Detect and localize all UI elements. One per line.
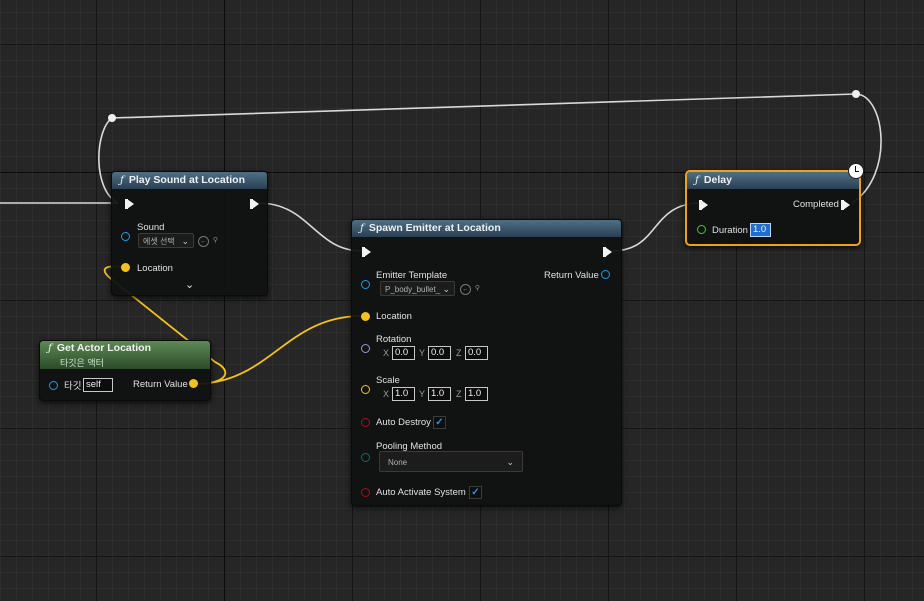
node-spawn-emitter-at-location[interactable]: ƒ Spawn Emitter at Location Emitter Templ… <box>351 219 622 506</box>
sound-asset-value: 에셋 선택 <box>143 237 175 246</box>
browse-icon[interactable]: ⚲ <box>211 236 220 245</box>
completed-label: Completed <box>793 199 839 210</box>
rotation-x-label: X <box>383 348 390 358</box>
scale-y[interactable]: 1.0 <box>428 387 451 401</box>
exec-wire-play-to-spawn <box>257 202 363 252</box>
exec-out-pin[interactable] <box>603 247 612 257</box>
scale-pin[interactable] <box>361 385 370 394</box>
node-header[interactable]: ƒ Spawn Emitter at Location <box>352 220 621 237</box>
auto-destroy-label: Auto Destroy <box>376 417 431 428</box>
function-icon: ƒ <box>48 342 52 354</box>
return-value-pin[interactable] <box>189 379 198 388</box>
scale-z-label: Z <box>456 389 462 399</box>
scale-z[interactable]: 1.0 <box>465 387 488 401</box>
rotation-label: Rotation <box>376 334 412 345</box>
scale-y-label: Y <box>419 389 426 399</box>
return-value-label: Return Value <box>544 270 599 281</box>
emitter-template-value: P_body_bullet_ <box>385 285 441 294</box>
rotation-z[interactable]: 0.0 <box>465 346 488 360</box>
browse-icon[interactable]: ⚲ <box>473 284 482 293</box>
reroute-knot-right[interactable] <box>852 90 860 98</box>
pooling-method-value: None <box>388 458 408 467</box>
node-subtitle: 타깃은 액터 <box>60 358 104 368</box>
exec-out-pin[interactable] <box>250 199 259 209</box>
location-wire-to-spawn <box>193 315 363 385</box>
return-value-label: Return Value <box>133 379 188 390</box>
function-icon: ƒ <box>120 174 124 186</box>
rotation-pin[interactable] <box>361 344 370 353</box>
chevron-down-icon: ⌄ <box>181 236 189 246</box>
chevron-down-icon: ⌄ <box>442 284 450 294</box>
expand-advanced-icon[interactable]: ⌄ <box>185 279 194 291</box>
emitter-template-pin[interactable] <box>361 280 370 289</box>
function-icon: ƒ <box>695 174 699 186</box>
node-title: Get Actor Location <box>56 342 152 354</box>
auto-activate-label: Auto Activate System <box>376 487 466 498</box>
auto-destroy-checkbox[interactable]: ✓ <box>433 416 446 429</box>
exec-in-pin[interactable] <box>125 199 134 209</box>
auto-destroy-pin[interactable] <box>361 418 370 427</box>
use-selected-icon[interactable]: ← <box>460 284 471 295</box>
scale-label: Scale <box>376 375 400 386</box>
emitter-template-picker[interactable]: P_body_bullet_ ⌄ <box>380 281 455 296</box>
sound-pin[interactable] <box>121 232 130 241</box>
function-icon: ƒ <box>360 222 364 234</box>
pooling-method-pin[interactable] <box>361 453 370 462</box>
sound-asset-picker[interactable]: 에셋 선택 ⌄ <box>138 233 194 248</box>
latent-clock-icon <box>848 163 864 179</box>
use-selected-icon[interactable]: ← <box>198 236 209 247</box>
location-pin[interactable] <box>121 263 130 272</box>
scale-x[interactable]: 1.0 <box>392 387 415 401</box>
duration-value[interactable]: 1.0 <box>750 223 771 237</box>
rotation-z-label: Z <box>456 348 462 358</box>
location-pin[interactable] <box>361 312 370 321</box>
target-label: 타깃 <box>64 381 82 392</box>
duration-label: Duration <box>712 225 748 236</box>
node-delay[interactable]: ƒ Delay Completed Duration 1.0 <box>685 170 861 246</box>
target-value[interactable]: self <box>83 378 113 392</box>
exec-in-pin[interactable] <box>699 200 708 210</box>
node-play-sound-at-location[interactable]: ƒ Play Sound at Location Sound 에셋 선택 ⌄ ← ⚲… <box>111 171 268 296</box>
return-value-pin[interactable] <box>601 270 610 279</box>
node-title: Spawn Emitter at Location <box>368 222 501 234</box>
node-header[interactable]: ƒ Play Sound at Location <box>112 172 267 189</box>
rotation-x[interactable]: 0.0 <box>392 346 415 360</box>
rotation-y[interactable]: 0.0 <box>428 346 451 360</box>
auto-activate-checkbox[interactable]: ✓ <box>469 486 482 499</box>
node-header[interactable]: ƒ Get Actor Location 타깃은 액터 <box>40 341 210 369</box>
location-label: Location <box>137 263 173 274</box>
reroute-knot-left[interactable] <box>108 114 116 122</box>
pooling-method-select[interactable]: None ⌄ <box>379 451 523 472</box>
node-header[interactable]: ƒ Delay <box>687 172 859 189</box>
duration-pin[interactable] <box>697 225 706 234</box>
node-title: Delay <box>703 174 732 186</box>
completed-exec-pin[interactable] <box>841 200 850 210</box>
target-pin[interactable] <box>49 381 58 390</box>
node-get-actor-location[interactable]: ƒ Get Actor Location 타깃은 액터 타깃 self Return… <box>39 340 211 401</box>
scale-x-label: X <box>383 389 390 399</box>
exec-in-pin[interactable] <box>362 247 371 257</box>
chevron-down-icon: ⌄ <box>506 457 514 467</box>
location-label: Location <box>376 311 412 322</box>
node-title: Play Sound at Location <box>128 174 245 186</box>
auto-activate-pin[interactable] <box>361 488 370 497</box>
rotation-y-label: Y <box>419 348 426 358</box>
